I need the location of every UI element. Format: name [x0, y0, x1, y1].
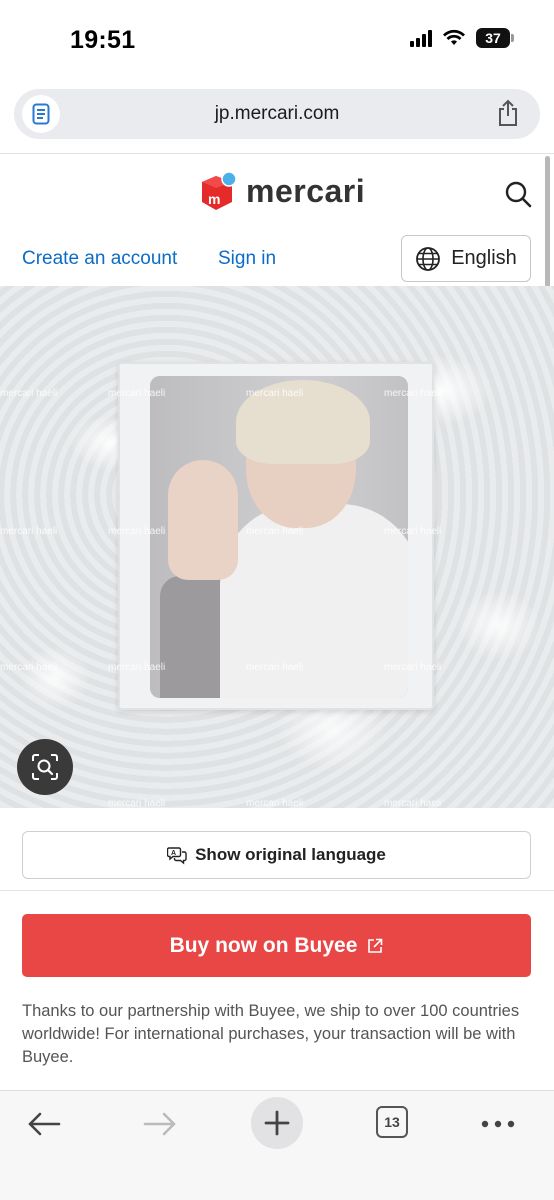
globe-icon — [416, 246, 441, 271]
visual-search-icon — [32, 754, 58, 780]
browser-toolbar: 13 — [0, 1090, 554, 1200]
watermark-text: mercari haeli — [108, 526, 166, 537]
url-text[interactable]: jp.mercari.com — [14, 103, 540, 125]
language-label: English — [451, 247, 517, 269]
language-button[interactable]: English — [401, 235, 531, 282]
wifi-icon — [443, 29, 465, 45]
product-image[interactable]: mercari haeli mercari haeli mercari hael… — [0, 286, 554, 808]
buy-now-buyee-button[interactable]: Buy now on Buyee — [22, 914, 531, 977]
divider — [0, 890, 554, 891]
mercari-logo[interactable]: m mercari — [198, 170, 365, 212]
watermark-text: mercari haeli — [384, 526, 442, 537]
buy-now-label: Buy now on Buyee — [169, 933, 358, 957]
external-link-icon — [368, 938, 383, 953]
status-bar: 19:51 37 — [0, 0, 554, 84]
search-icon[interactable] — [504, 180, 532, 213]
watermark-text: mercari haeli — [384, 798, 442, 808]
show-original-language-button[interactable]: A Show original language — [22, 831, 531, 879]
buyee-notice: Thanks to our partnership with Buyee, we… — [22, 1002, 520, 1066]
create-account-link[interactable]: Create an account — [22, 248, 177, 270]
watermark-text: mercari haeli — [246, 798, 304, 808]
forward-arrow-icon[interactable] — [130, 1099, 190, 1149]
divider — [0, 153, 554, 154]
mercari-logo-icon: m — [202, 171, 237, 210]
photo-card — [150, 376, 408, 698]
logo-text: mercari — [246, 172, 366, 209]
show-original-label: Show original language — [195, 845, 386, 864]
more-options-icon[interactable] — [468, 1099, 528, 1149]
svg-text:m: m — [208, 191, 220, 207]
watermark-text: mercari haeli — [108, 798, 166, 808]
watermark-text: mercari haeli — [384, 388, 442, 399]
new-tab-button[interactable] — [251, 1097, 303, 1149]
share-icon[interactable] — [496, 99, 520, 132]
visual-lookup-button[interactable] — [17, 739, 73, 795]
sign-in-link[interactable]: Sign in — [218, 248, 276, 270]
watermark-text: mercari haeli — [108, 662, 166, 673]
cellular-signal-icon — [410, 29, 432, 47]
watermark-text: mercari haeli — [0, 388, 58, 399]
status-time: 19:51 — [70, 26, 136, 54]
status-icons: 37 — [410, 28, 514, 48]
back-arrow-icon[interactable] — [14, 1099, 74, 1149]
address-bar[interactable]: jp.mercari.com — [14, 89, 540, 139]
watermark-text: mercari haeli — [108, 388, 166, 399]
tabs-button[interactable]: 13 — [376, 1106, 408, 1138]
watermark-text: mercari haeli — [0, 526, 58, 537]
watermark-text: mercari haeli — [384, 662, 442, 673]
watermark-text: mercari haeli — [246, 662, 304, 673]
translate-icon: A — [167, 847, 187, 865]
battery-icon: 37 — [476, 28, 514, 48]
svg-text:A: A — [171, 850, 176, 857]
watermark-text: mercari haeli — [0, 662, 58, 673]
watermark-text: mercari haeli — [246, 388, 304, 399]
watermark-text: mercari haeli — [246, 526, 304, 537]
plus-icon — [264, 1110, 290, 1136]
